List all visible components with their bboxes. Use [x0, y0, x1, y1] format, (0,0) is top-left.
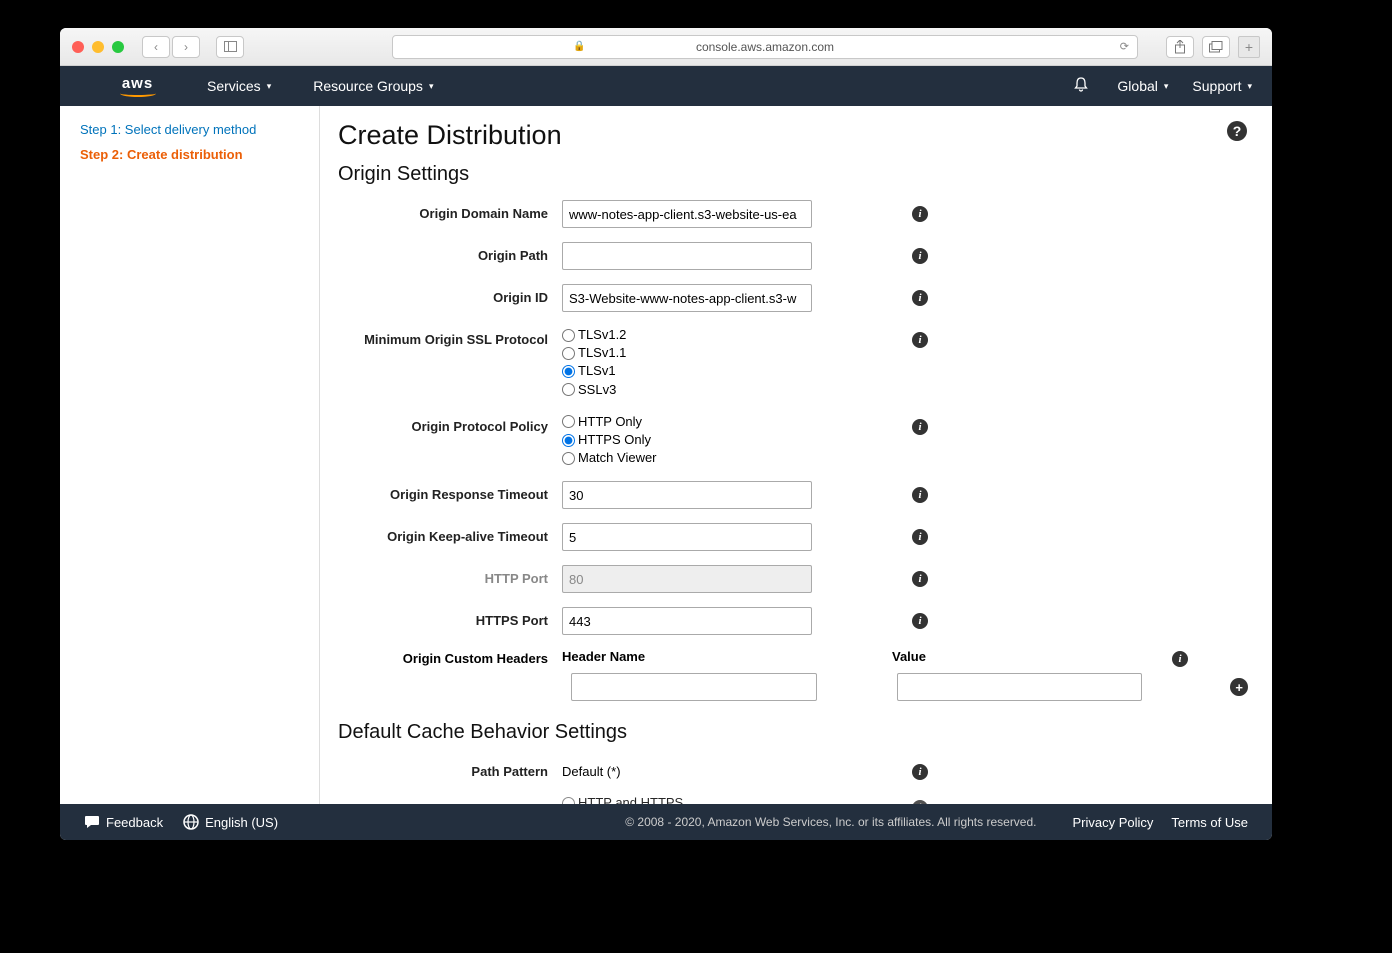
- copyright-text: © 2008 - 2020, Amazon Web Services, Inc.…: [625, 815, 1036, 829]
- chevron-down-icon: ▾: [1164, 81, 1169, 92]
- resource-groups-menu[interactable]: Resource Groups ▾: [313, 78, 433, 94]
- info-icon[interactable]: i: [912, 529, 928, 545]
- https-port-label: HTTPS Port: [338, 607, 562, 628]
- forward-button[interactable]: ›: [172, 36, 200, 58]
- origin-domain-name-label: Origin Domain Name: [338, 200, 562, 221]
- keepalive-timeout-label: Origin Keep-alive Timeout: [338, 523, 562, 544]
- feedback-link[interactable]: Feedback: [84, 815, 163, 830]
- protocol-policy-label: Origin Protocol Policy: [338, 413, 562, 434]
- header-value-column: Value: [892, 649, 1142, 664]
- info-icon[interactable]: i: [912, 613, 928, 629]
- https-port-input[interactable]: [562, 607, 812, 635]
- min-ssl-label: Minimum Origin SSL Protocol: [338, 326, 562, 347]
- add-header-button[interactable]: +: [1230, 678, 1248, 696]
- path-pattern-value: Default (*): [562, 758, 812, 779]
- custom-header-name-input[interactable]: [571, 673, 816, 701]
- help-icon[interactable]: ?: [1226, 120, 1248, 148]
- close-window-button[interactable]: [72, 41, 84, 53]
- traffic-lights: [72, 41, 124, 53]
- resource-groups-label: Resource Groups: [313, 78, 423, 94]
- info-icon[interactable]: i: [912, 332, 928, 348]
- ssl-tlsv12-option[interactable]: TLSv1.2: [562, 326, 812, 344]
- info-icon[interactable]: i: [912, 419, 928, 435]
- privacy-policy-link[interactable]: Privacy Policy: [1073, 815, 1154, 830]
- share-button[interactable]: [1166, 36, 1194, 58]
- ssl-sslv3-option[interactable]: SSLv3: [562, 381, 812, 399]
- wizard-steps: Step 1: Select delivery method Step 2: C…: [60, 106, 320, 804]
- header-name-column: Header Name: [562, 649, 812, 664]
- min-ssl-radios: TLSv1.2 TLSv1.1 TLSv1 SSLv3: [562, 326, 812, 399]
- origin-id-input[interactable]: [562, 284, 812, 312]
- origin-path-label: Origin Path: [338, 242, 562, 263]
- custom-header-value-input[interactable]: [897, 673, 1142, 701]
- notifications-icon[interactable]: [1073, 76, 1089, 97]
- support-menu[interactable]: Support ▾: [1192, 78, 1252, 94]
- browser-window: ‹ › 🔒 console.aws.amazon.com ⟳ + aws Ser…: [60, 28, 1272, 840]
- info-icon[interactable]: i: [912, 487, 928, 503]
- maximize-window-button[interactable]: [112, 41, 124, 53]
- main-form: ? Create Distribution Origin Settings Or…: [320, 106, 1272, 804]
- https-only-option[interactable]: HTTPS Only: [562, 431, 812, 449]
- response-timeout-label: Origin Response Timeout: [338, 481, 562, 502]
- info-icon[interactable]: i: [912, 248, 928, 264]
- terms-of-use-link[interactable]: Terms of Use: [1171, 815, 1248, 830]
- chevron-down-icon: ▾: [267, 81, 272, 92]
- origin-path-input[interactable]: [562, 242, 812, 270]
- sidebar-toggle-button[interactable]: [216, 36, 244, 58]
- ssl-tlsv1-option[interactable]: TLSv1: [562, 362, 812, 380]
- custom-headers-label: Origin Custom Headers: [338, 649, 562, 666]
- origin-domain-name-input[interactable]: [562, 200, 812, 228]
- services-menu[interactable]: Services ▾: [207, 78, 271, 94]
- svg-text:?: ?: [1233, 123, 1242, 139]
- info-icon[interactable]: i: [912, 571, 928, 587]
- step-1-link[interactable]: Step 1: Select delivery method: [80, 122, 299, 137]
- protocol-policy-radios: HTTP Only HTTPS Only Match Viewer: [562, 413, 812, 468]
- keepalive-timeout-input[interactable]: [562, 523, 812, 551]
- language-selector[interactable]: English (US): [183, 814, 278, 830]
- chevron-down-icon: ▾: [429, 81, 434, 92]
- info-icon[interactable]: i: [912, 290, 928, 306]
- info-icon[interactable]: i: [912, 800, 928, 804]
- reload-icon[interactable]: ⟳: [1120, 40, 1129, 53]
- back-button[interactable]: ‹: [142, 36, 170, 58]
- origin-id-label: Origin ID: [338, 284, 562, 305]
- path-pattern-label: Path Pattern: [338, 758, 562, 779]
- section-origin-settings: Origin Settings: [338, 163, 1248, 186]
- support-label: Support: [1192, 78, 1241, 94]
- region-menu[interactable]: Global ▾: [1117, 78, 1168, 94]
- language-label: English (US): [205, 815, 278, 830]
- footer: Feedback English (US) © 2008 - 2020, Ama…: [60, 804, 1272, 840]
- section-cache-behavior: Default Cache Behavior Settings: [338, 721, 1248, 744]
- http-only-option[interactable]: HTTP Only: [562, 413, 812, 431]
- url-bar[interactable]: 🔒 console.aws.amazon.com ⟳: [392, 35, 1138, 59]
- ssl-tlsv11-option[interactable]: TLSv1.1: [562, 344, 812, 362]
- aws-logo[interactable]: aws: [110, 75, 165, 97]
- content-area: Step 1: Select delivery method Step 2: C…: [60, 106, 1272, 804]
- page-title: Create Distribution: [338, 120, 1248, 151]
- region-label: Global: [1117, 78, 1157, 94]
- http-port-input: [562, 565, 812, 593]
- step-2-link[interactable]: Step 2: Create distribution: [80, 147, 299, 162]
- minimize-window-button[interactable]: [92, 41, 104, 53]
- http-and-https-option[interactable]: HTTP and HTTPS: [562, 794, 812, 804]
- info-icon[interactable]: i: [1172, 651, 1188, 667]
- tabs-button[interactable]: [1202, 36, 1230, 58]
- response-timeout-input[interactable]: [562, 481, 812, 509]
- info-icon[interactable]: i: [912, 764, 928, 780]
- info-icon[interactable]: i: [912, 206, 928, 222]
- match-viewer-option[interactable]: Match Viewer: [562, 449, 812, 467]
- aws-navbar: aws Services ▾ Resource Groups ▾ Global …: [60, 66, 1272, 106]
- new-tab-button[interactable]: +: [1238, 36, 1260, 58]
- chevron-down-icon: ▾: [1247, 81, 1252, 92]
- browser-titlebar: ‹ › 🔒 console.aws.amazon.com ⟳ +: [60, 28, 1272, 66]
- feedback-label: Feedback: [106, 815, 163, 830]
- http-port-label: HTTP Port: [338, 565, 562, 586]
- lock-icon: 🔒: [573, 41, 585, 52]
- url-text: console.aws.amazon.com: [696, 40, 834, 54]
- services-label: Services: [207, 78, 261, 94]
- viewer-protocol-label-partial: [338, 794, 562, 800]
